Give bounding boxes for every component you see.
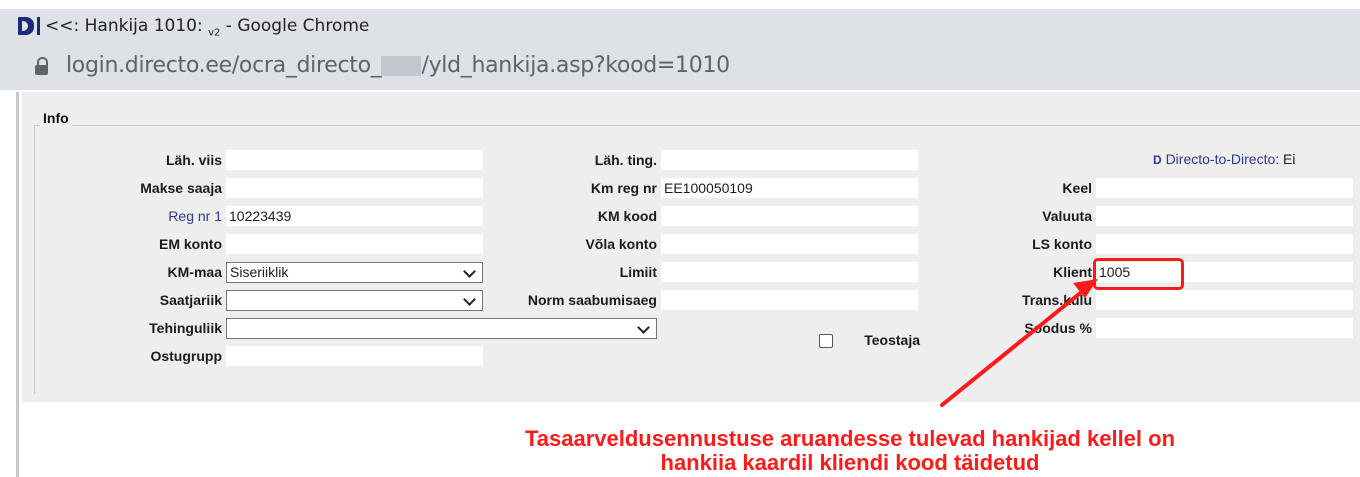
valuuta-label: Valuuta bbox=[1042, 208, 1092, 224]
km-reg-label: Km reg nr bbox=[590, 180, 657, 196]
soodus-label: Soodus % bbox=[1024, 320, 1092, 336]
annotation-line-2: hankiia kaardil kliendi kood täidetud bbox=[660, 450, 1040, 475]
top-strip bbox=[0, 0, 1360, 9]
em-konto-label: EM konto bbox=[159, 236, 222, 252]
ostugrupp-field[interactable] bbox=[226, 346, 483, 366]
ostugrupp-label: Ostugrupp bbox=[150, 348, 222, 364]
vola-konto-label: Võla konto bbox=[585, 236, 657, 252]
window-title-bar: <<: Hankija 1010: v2 - Google Chrome bbox=[0, 0, 1360, 44]
km-reg-field[interactable]: EE100050109 bbox=[661, 178, 918, 198]
reg-nr-field[interactable]: 10223439 bbox=[226, 206, 483, 226]
km-maa-select[interactable]: Siseriiklik bbox=[226, 262, 483, 283]
makse-saaja-field[interactable] bbox=[226, 178, 483, 198]
lah-ting-label: Läh. ting. bbox=[594, 152, 657, 168]
directo-icon: D bbox=[1153, 153, 1162, 167]
saatjariik-select[interactable] bbox=[226, 290, 483, 311]
norm-saabumisaeg-field[interactable] bbox=[661, 290, 918, 310]
keel-label: Keel bbox=[1062, 180, 1092, 196]
limiit-label: Limiit bbox=[619, 264, 657, 280]
directo-logo-icon bbox=[18, 17, 34, 35]
chevron-down-icon bbox=[637, 321, 650, 334]
makse-saaja-label: Makse saaja bbox=[140, 180, 222, 196]
window-title-sub: v2 bbox=[208, 27, 221, 39]
tehinguliik-label: Tehinguliik bbox=[149, 320, 222, 336]
lah-ting-field[interactable] bbox=[661, 150, 918, 170]
url-prefix: login.directo.ee/ocra_directo_ bbox=[66, 53, 382, 78]
km-kood-field[interactable] bbox=[661, 206, 918, 226]
km-maa-label: KM-maa bbox=[167, 264, 222, 280]
d2d-label[interactable]: Directo-to-Directo bbox=[1166, 151, 1276, 167]
redacted-block bbox=[381, 56, 422, 76]
klient-label: Klient bbox=[1053, 264, 1092, 280]
url-suffix: /yld_hankija.asp?kood=1010 bbox=[421, 53, 730, 78]
url-text[interactable]: login.directo.ee/ocra_directo_ /yld_hanki… bbox=[66, 53, 730, 78]
limiit-field[interactable] bbox=[661, 262, 918, 282]
ls-konto-label: LS konto bbox=[1032, 236, 1092, 252]
keel-field[interactable] bbox=[1096, 178, 1353, 198]
reg-nr-link[interactable]: Reg nr 1 bbox=[100, 206, 222, 226]
window-title-text: <<: Hankija 1010: bbox=[45, 16, 203, 36]
annotation-text: Tasaarveldusennustuse aruandesse tulevad… bbox=[400, 427, 1300, 475]
norm-saabumisaeg-label: Norm saabumisaeg bbox=[527, 292, 657, 308]
ls-konto-field[interactable] bbox=[1096, 234, 1353, 254]
lock-icon[interactable] bbox=[35, 57, 48, 75]
valuuta-field[interactable] bbox=[1096, 206, 1353, 226]
directo-to-directo-status: D Directo-to-Directo: Ei bbox=[1153, 151, 1296, 167]
page-left-border bbox=[16, 92, 19, 477]
annotation-line-1: Tasaarveldusennustuse aruandesse tulevad… bbox=[524, 426, 1176, 451]
km-maa-selected: Siseriiklik bbox=[230, 264, 289, 280]
lah-viis-field[interactable] bbox=[226, 150, 483, 170]
window-title-suffix: - Google Chrome bbox=[220, 16, 370, 36]
vola-konto-field[interactable] bbox=[661, 234, 918, 254]
em-konto-field[interactable] bbox=[226, 234, 483, 254]
logo-bar bbox=[37, 17, 40, 35]
lah-viis-label: Läh. viis bbox=[165, 152, 222, 168]
d2d-value: : Ei bbox=[1275, 151, 1296, 167]
saatjariik-label: Saatjariik bbox=[159, 292, 222, 308]
trans-kulu-field[interactable] bbox=[1096, 290, 1353, 310]
info-legend: Info bbox=[40, 110, 72, 126]
teostaja-label[interactable]: Teostaja bbox=[840, 330, 920, 350]
soodus-field[interactable] bbox=[1096, 318, 1353, 338]
teostaja-checkbox[interactable] bbox=[819, 334, 833, 348]
address-bar[interactable]: login.directo.ee/ocra_directo_ /yld_hanki… bbox=[0, 44, 1360, 90]
km-kood-label: KM kood bbox=[597, 208, 657, 224]
chevron-down-icon bbox=[463, 265, 476, 278]
klient-highlight-box bbox=[1093, 258, 1184, 290]
trans-kulu-label: Trans.kulu bbox=[1021, 292, 1092, 308]
tehinguliik-select[interactable] bbox=[226, 318, 657, 339]
window-title: <<: Hankija 1010: v2 - Google Chrome bbox=[45, 16, 369, 38]
